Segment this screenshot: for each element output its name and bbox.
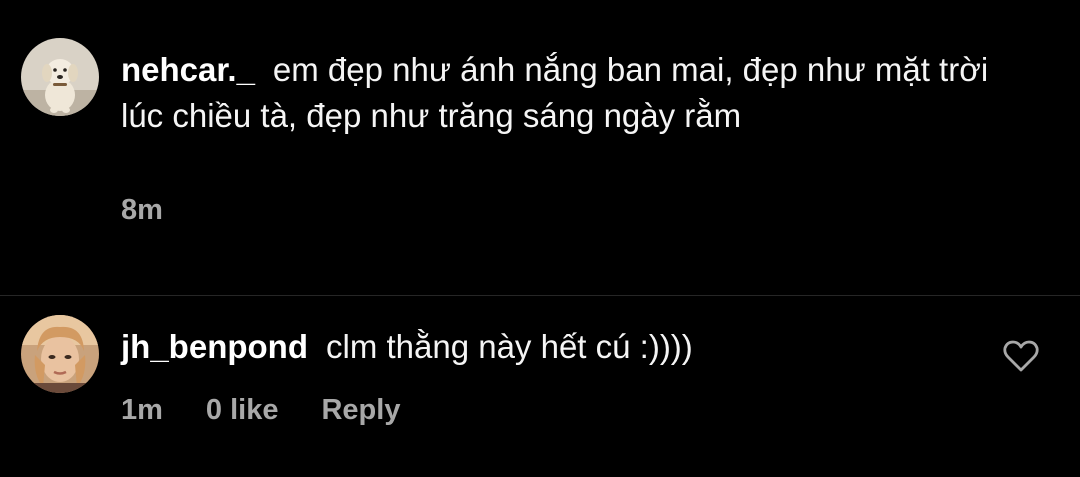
like-count[interactable]: 0 like bbox=[206, 394, 279, 427]
comment-item: nehcar._ em đẹp như ánh nắng ban mai, đẹp… bbox=[0, 0, 1080, 296]
avatar[interactable] bbox=[21, 315, 99, 393]
person-avatar-icon bbox=[21, 315, 99, 393]
puppy-avatar-icon bbox=[21, 38, 99, 116]
comment-timestamp: 8m bbox=[121, 194, 163, 226]
heart-outline-icon[interactable] bbox=[1003, 339, 1039, 373]
divider bbox=[0, 295, 1080, 296]
comment-meta: 8m bbox=[121, 194, 163, 227]
comment-message: clm thằng này hết cú :)))) bbox=[325, 328, 693, 365]
comment-text: nehcar._ em đẹp như ánh nắng ban mai, đẹp… bbox=[121, 47, 1001, 139]
comment-timestamp: 1m bbox=[121, 394, 163, 426]
comment-text: jh_benpond clm thằng này hết cú :)))) bbox=[121, 324, 981, 370]
comment-username[interactable]: jh_benpond bbox=[121, 328, 308, 365]
comment-meta: 1m 0 like Reply bbox=[121, 394, 400, 427]
avatar[interactable] bbox=[21, 38, 99, 116]
comment-username[interactable]: nehcar._ bbox=[121, 51, 255, 88]
comment-item: jh_benpond clm thằng này hết cú :)))) 1m … bbox=[0, 297, 1080, 477]
reply-button[interactable]: Reply bbox=[321, 394, 400, 427]
